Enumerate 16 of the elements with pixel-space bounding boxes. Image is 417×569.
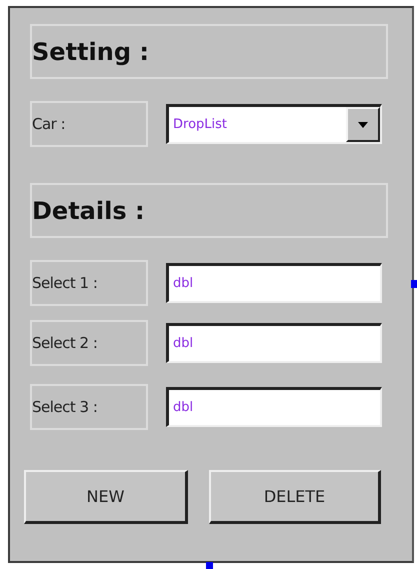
section-heading: Setting : — [30, 24, 388, 79]
field-label: Select 3 : — [30, 384, 148, 430]
input-field[interactable]: dbl — [166, 263, 382, 303]
field-label: Select 1 : — [30, 260, 148, 306]
dropdown-arrow-button[interactable] — [346, 107, 380, 142]
resize-handle-icon[interactable] — [411, 280, 417, 288]
input-field[interactable]: dbl — [166, 323, 382, 363]
field-label: Select 2 : — [30, 320, 148, 366]
field-label: Car : — [30, 101, 148, 147]
section-heading: Details : — [30, 183, 388, 238]
car-dropdown[interactable]: DropList — [166, 104, 382, 144]
delete-button[interactable]: DELETE — [209, 470, 381, 524]
resize-handle-icon[interactable] — [206, 562, 213, 569]
input-field[interactable]: dbl — [166, 387, 382, 427]
caret-icon — [358, 122, 368, 128]
new-button[interactable]: NEW — [24, 470, 188, 524]
